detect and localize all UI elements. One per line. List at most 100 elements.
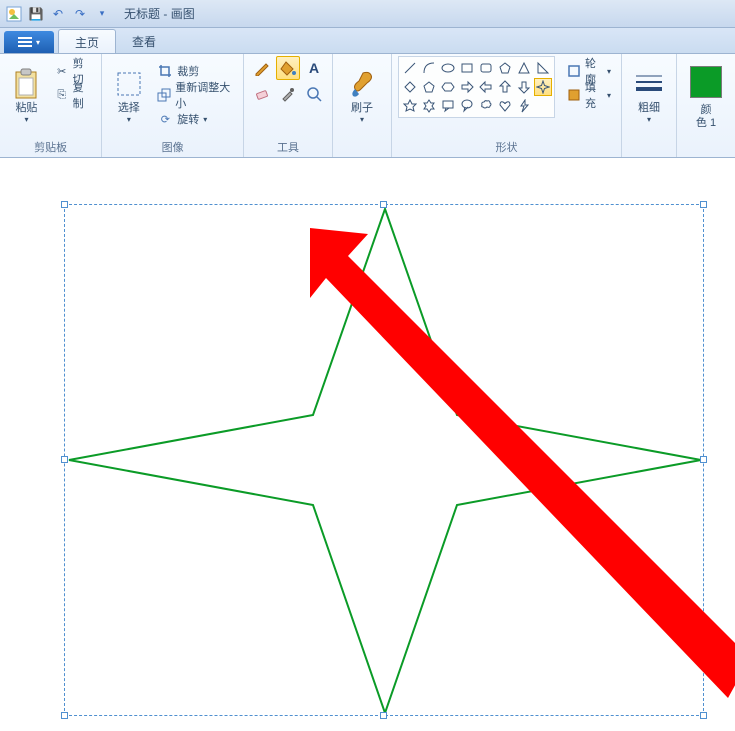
stroke-width-button[interactable]: 粗细 ▾ [628, 56, 670, 136]
dropdown-icon: ▾ [607, 91, 611, 100]
group-shapes: 轮廓 ▾ 填充 ▾ 形状 [392, 54, 622, 157]
shape-arrow-u[interactable] [496, 78, 514, 96]
select-label: 选择 [118, 102, 140, 115]
redo-button[interactable]: ↷ [70, 4, 90, 24]
shape-6star[interactable] [420, 97, 438, 115]
shape-rtriangle[interactable] [534, 59, 552, 77]
stroke-icon [633, 68, 665, 100]
group-clipboard: 粘贴 ▾ ✂ 剪切 ⎘ 复制 剪贴板 [0, 54, 102, 157]
group-shapes-label: 形状 [398, 139, 615, 157]
handle-top-right[interactable] [700, 201, 707, 208]
rotate-label: 旋转 [177, 111, 199, 127]
undo-button[interactable]: ↶ [48, 4, 68, 24]
shape-line[interactable] [401, 59, 419, 77]
handle-bottom-center[interactable] [380, 712, 387, 719]
color1-swatch [690, 66, 722, 98]
text-tool[interactable]: A [302, 56, 326, 80]
eyedropper-tool[interactable] [276, 82, 300, 106]
dropdown-icon: ▾ [647, 115, 651, 124]
select-button[interactable]: 选择 ▾ [108, 56, 149, 136]
undo-icon: ↶ [53, 7, 63, 21]
magnifier-tool[interactable] [302, 82, 326, 106]
doc-title: 无标题 [124, 7, 160, 21]
paste-button[interactable]: 粘贴 ▾ [6, 56, 47, 136]
quick-access-toolbar: 💾 ↶ ↷ ▾ [4, 4, 112, 24]
handle-top-center[interactable] [380, 201, 387, 208]
shape-4star[interactable] [534, 78, 552, 96]
shape-pentagon[interactable] [420, 78, 438, 96]
app-name: 画图 [171, 7, 195, 21]
shape-polygon[interactable] [496, 59, 514, 77]
copy-label: 复制 [73, 79, 92, 111]
shape-oval[interactable] [439, 59, 457, 77]
ribbon-tabs: ▾ 主页 查看 [0, 28, 735, 54]
redo-icon: ↷ [75, 7, 85, 21]
tab-home-label: 主页 [75, 34, 99, 51]
shape-callout-round[interactable] [458, 97, 476, 115]
star-shape[interactable] [65, 205, 705, 717]
shape-arrow-l[interactable] [477, 78, 495, 96]
crop-label: 裁剪 [177, 63, 199, 79]
qat-customize[interactable]: ▾ [92, 4, 112, 24]
clipboard-icon [10, 68, 42, 100]
select-icon [113, 68, 145, 100]
dropdown-icon: ▾ [127, 115, 131, 124]
shape-heart[interactable] [496, 97, 514, 115]
fill-tool[interactable] [276, 56, 300, 80]
shape-triangle[interactable] [515, 59, 533, 77]
shape-diamond[interactable] [401, 78, 419, 96]
group-brushes: 刷子 ▾ [333, 54, 392, 157]
rotate-button[interactable]: ⟳ 旋转 ▾ [153, 108, 237, 130]
shape-lightning[interactable] [515, 97, 533, 115]
dropdown-icon: ▾ [100, 8, 105, 19]
outline-icon [567, 63, 581, 79]
handle-top-left[interactable] [61, 201, 68, 208]
shape-5star[interactable] [401, 97, 419, 115]
shape-arrow-r[interactable] [458, 78, 476, 96]
shape-fill-button[interactable]: 填充 ▾ [563, 84, 615, 106]
shape-callout-cloud[interactable] [477, 97, 495, 115]
handle-bottom-right[interactable] [700, 712, 707, 719]
shape-arrow-d[interactable] [515, 78, 533, 96]
handle-right-center[interactable] [700, 456, 707, 463]
shape-roundrect[interactable] [477, 59, 495, 77]
handle-bottom-left[interactable] [61, 712, 68, 719]
save-icon: 💾 [29, 7, 44, 21]
shape-rect[interactable] [458, 59, 476, 77]
paste-label: 粘贴 [15, 102, 37, 115]
save-button[interactable]: 💾 [26, 4, 46, 24]
copy-icon: ⎘ [55, 87, 69, 103]
resize-icon [157, 87, 171, 103]
shape-curve[interactable] [420, 59, 438, 77]
stroke-label: 粗细 [638, 102, 660, 115]
app-icon[interactable] [4, 4, 24, 24]
resize-label: 重新调整大小 [175, 79, 233, 111]
shape-hexagon[interactable] [439, 78, 457, 96]
dropdown-icon: ▾ [24, 115, 28, 124]
dropdown-icon: ▾ [203, 115, 207, 124]
file-menu-button[interactable]: ▾ [4, 31, 54, 53]
pencil-tool[interactable] [250, 56, 274, 80]
eraser-tool[interactable] [250, 82, 274, 106]
group-image-label: 图像 [108, 139, 237, 157]
brushes-button[interactable]: 刷子 ▾ [339, 56, 385, 136]
copy-button[interactable]: ⎘ 复制 [51, 84, 95, 106]
group-tools-label: 工具 [250, 139, 326, 157]
canvas-sheet[interactable] [8, 166, 727, 723]
tab-home[interactable]: 主页 [58, 29, 116, 53]
shape-selection[interactable] [64, 204, 704, 716]
tools-grid: A [250, 56, 326, 106]
brushes-label: 刷子 [351, 102, 373, 115]
group-tools: A 工具 [244, 54, 333, 157]
canvas-area[interactable] [0, 158, 735, 731]
dropdown-icon: ▾ [360, 115, 364, 124]
color1-button[interactable]: 颜色 1 [683, 56, 729, 136]
group-stroke: 粗细 ▾ [622, 54, 677, 157]
group-clipboard-label: 剪贴板 [6, 139, 95, 157]
rotate-icon: ⟳ [157, 111, 173, 127]
shapes-gallery[interactable] [398, 56, 555, 118]
resize-button[interactable]: 重新调整大小 [153, 84, 237, 106]
tab-view[interactable]: 查看 [116, 29, 172, 53]
shape-callout-rect[interactable] [439, 97, 457, 115]
handle-left-center[interactable] [61, 456, 68, 463]
